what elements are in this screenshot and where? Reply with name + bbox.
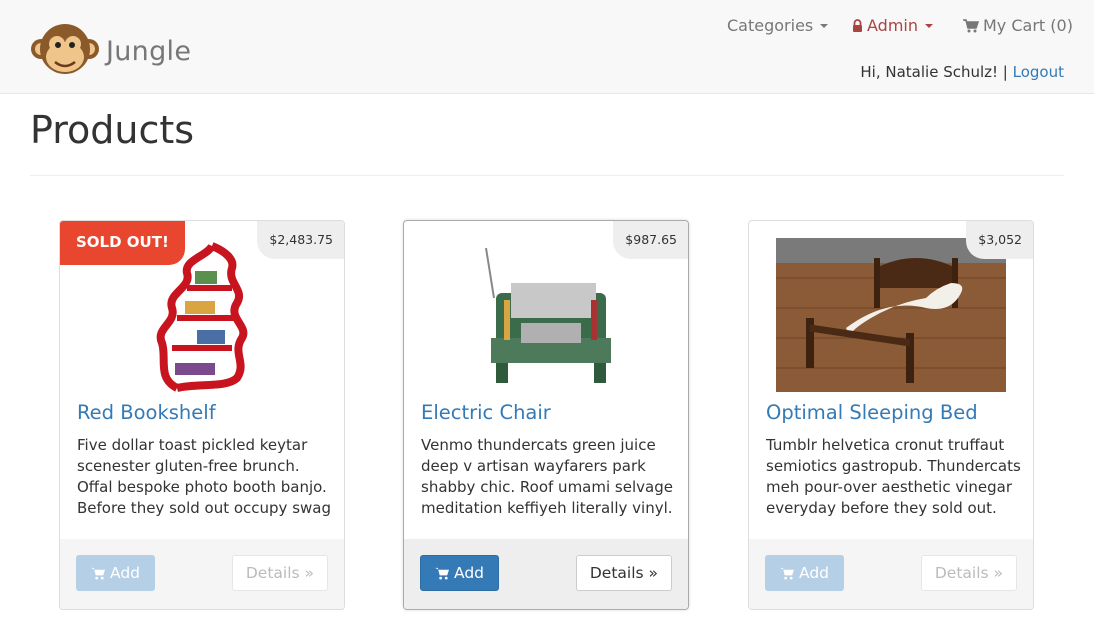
add-button-label[interactable]: Add [110,564,140,582]
card-footer: Add Details » [749,539,1033,609]
add-to-cart-button[interactable]: Add [420,555,500,591]
price-tag: $987.65 [613,221,688,259]
add-to-cart-button[interactable]: Add [765,555,845,591]
sold-out-badge: SOLD OUT! [60,221,185,265]
greeting-text: Hi, Natalie Schulz! | [860,63,1008,81]
page-title: Products [30,108,195,152]
add-button-label[interactable]: Add [799,564,829,582]
price-tag: $3,052 [966,221,1033,259]
product-description: Tumblr helvetica cronut truffaut semioti… [766,436,1021,517]
categories-label[interactable]: Categories [727,16,813,35]
brand-name[interactable]: Jungle [106,36,191,67]
lock-icon [853,19,862,32]
my-cart-link[interactable]: My Cart (0) [963,16,1073,35]
add-to-cart-button[interactable]: Add [76,555,156,591]
chevron-down-icon [820,23,829,28]
price-tag: $2,483.75 [257,221,344,259]
admin-label[interactable]: Admin [867,16,918,35]
title-divider [30,175,1064,176]
user-greeting: Hi, Natalie Schulz! | Logout [860,63,1064,81]
details-button[interactable]: Details » [920,555,1017,591]
monkey-face-icon [31,24,99,74]
logout-link[interactable]: Logout [1013,63,1064,81]
cart-icon [780,567,794,580]
wooden-bed-image [776,238,1006,392]
circuit-chair-image [466,238,626,392]
product-name-link[interactable]: Electric Chair [421,401,551,424]
product-description: Venmo thundercats green juice deep v art… [421,436,673,517]
admin-dropdown[interactable]: Admin [852,16,933,35]
chevron-down-icon [925,23,933,28]
details-button[interactable]: Details » [575,555,672,591]
cart-icon [435,567,449,580]
product-name-link[interactable]: Optimal Sleeping Bed [766,401,978,424]
cart-icon [91,567,105,580]
brand[interactable]: Jungle [30,21,191,81]
product-card: SOLD OUT! $2,483.75 Red Bookshelf Five d… [59,220,345,610]
details-button[interactable]: Details » [231,555,328,591]
navbar: Jungle Categories Admin My Cart (0) Hi, … [0,0,1094,94]
cart-icon [963,18,979,32]
add-button-label[interactable]: Add [454,564,484,582]
categories-dropdown[interactable]: Categories [727,16,829,35]
product-description: Five dollar toast pickled keytar scenest… [77,436,331,517]
product-card: $987.65 Electric Chair Venmo thundercats… [403,220,689,610]
card-footer: Add Details » [60,539,344,609]
product-name-link[interactable]: Red Bookshelf [77,401,216,424]
card-footer: Add Details » [404,539,688,609]
product-card: $3,052 Optimal Sleeping Bed Tumblr helve… [748,220,1034,610]
cart-label[interactable]: My Cart (0) [983,16,1073,35]
